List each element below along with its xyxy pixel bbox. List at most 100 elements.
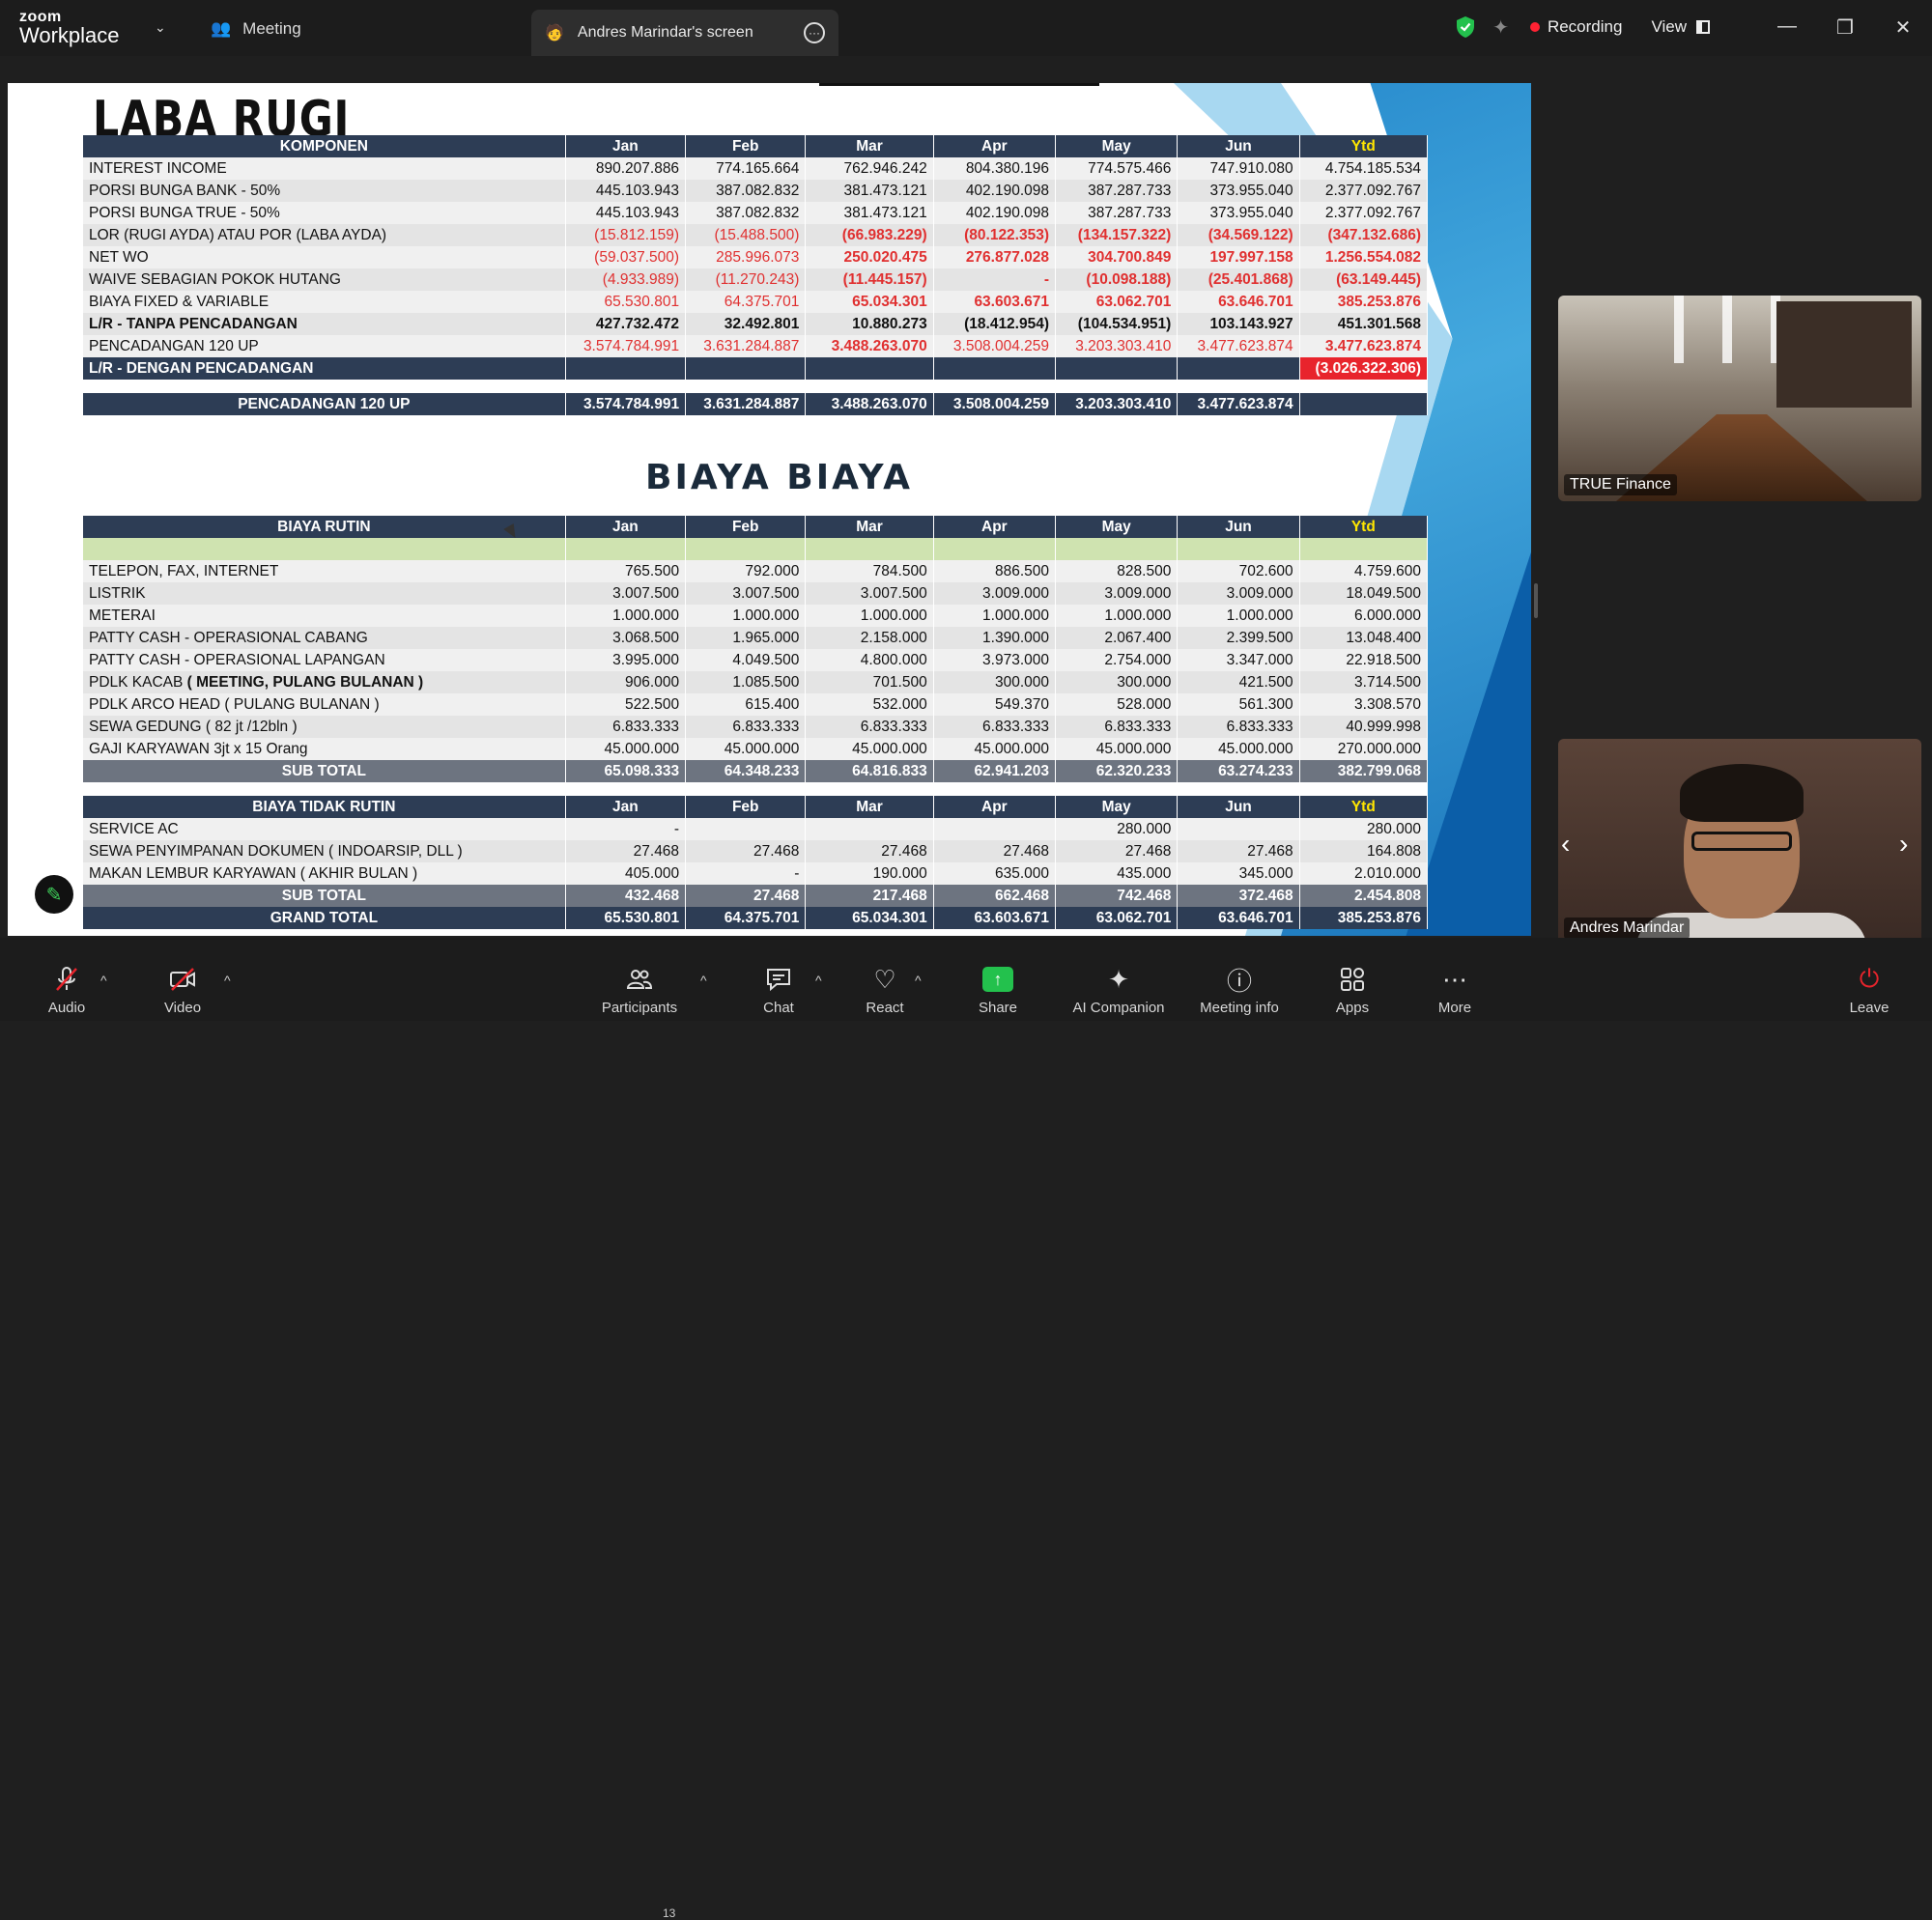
table-header-row: BIAYA RUTIN Jan Feb Mar Apr May Jun Ytd <box>83 516 1429 538</box>
participants-options-chevron-icon[interactable]: ^ <box>700 973 707 988</box>
table-row-pencadangan-summary: PENCADANGAN 120 UP 3.574.784.991 3.631.284… <box>83 393 1429 415</box>
row-value: 45.000.000 <box>1177 738 1300 760</box>
shield-check-icon[interactable] <box>1456 15 1475 39</box>
logo-bottom: Workplace <box>19 23 120 47</box>
row-value: 3.973.000 <box>933 649 1057 671</box>
row-value: 27.468 <box>933 840 1057 862</box>
row-label: L/R - TANPA PENCADANGAN <box>83 313 566 335</box>
top-bar: zoom Workplace ⌄ 👥 Meeting 🧑 Andres Mari… <box>0 0 1932 56</box>
view-button[interactable]: View <box>1651 17 1710 37</box>
column-header: Jun <box>1177 796 1300 818</box>
row-value: 13.048.400 <box>1299 627 1429 649</box>
row-value: 445.103.943 <box>565 202 687 224</box>
row-value: 6.000.000 <box>1299 605 1429 627</box>
apps-button[interactable]: Apps <box>1299 965 1406 1016</box>
meeting-tab[interactable]: 👥 Meeting <box>211 15 301 42</box>
row-value: 549.370 <box>933 693 1057 716</box>
close-icon[interactable]: ✕ <box>1874 15 1932 40</box>
leave-label: Leave <box>1849 1000 1889 1016</box>
row-value <box>933 818 1057 840</box>
previous-page-icon[interactable]: ‹ <box>1561 829 1570 860</box>
row-value: - <box>685 862 807 885</box>
react-options-chevron-icon[interactable]: ^ <box>915 973 922 988</box>
band-cell <box>1055 538 1179 560</box>
row-value: 747.910.080 <box>1177 157 1300 180</box>
row-value: (63.149.445) <box>1299 268 1429 291</box>
column-header: May <box>1055 796 1179 818</box>
row-value: 1.085.500 <box>685 671 807 693</box>
row-value: 3.347.000 <box>1177 649 1300 671</box>
recording-indicator[interactable]: Recording <box>1529 17 1622 37</box>
subtotal-row: SUB TOTAL 432.468 27.468 217.468 662.468 742.… <box>83 885 1429 907</box>
row-label: PATTY CASH - OPERASIONAL LAPANGAN <box>83 649 566 671</box>
next-page-icon[interactable]: › <box>1899 829 1908 860</box>
row-label: PENCADANGAN 120 UP <box>83 335 566 357</box>
spacer-row <box>83 782 1429 796</box>
video-tile-true-finance[interactable]: TRUE Finance <box>1558 296 1921 501</box>
chevron-down-icon[interactable]: ⌄ <box>155 19 166 36</box>
video-button[interactable]: Video <box>129 965 236 1016</box>
row-value: 1.000.000 <box>1055 605 1179 627</box>
row-value: 1.000.000 <box>685 605 807 627</box>
ai-companion-button[interactable]: ✦ AI Companion <box>1065 965 1172 1017</box>
participant-name: Andres Marindar <box>1564 918 1690 939</box>
react-button[interactable]: ♡ React <box>832 964 938 1017</box>
table-row: L/R - TANPA PENCADANGAN 427.732.472 32.492… <box>83 313 1429 335</box>
heart-icon: ♡ <box>873 964 896 994</box>
row-value: 64.375.701 <box>685 291 807 313</box>
row-value: 774.165.664 <box>685 157 807 180</box>
row-value: 3.631.284.887 <box>685 393 807 415</box>
video-tile-andres[interactable]: Andres Marindar <box>1558 739 1921 945</box>
person-hair <box>1680 764 1804 822</box>
row-value: 304.700.849 <box>1055 246 1179 268</box>
leave-button[interactable]: ⏻ Leave <box>1816 964 1922 1016</box>
more-button[interactable]: ⋯ More <box>1402 965 1508 1017</box>
row-value: 197.997.158 <box>1177 246 1300 268</box>
shared-screen-tab[interactable]: 🧑 Andres Marindar's screen ··· <box>531 10 838 56</box>
spacer-cell <box>1177 380 1300 393</box>
row-value <box>1055 357 1179 380</box>
row-value: 3.508.004.259 <box>933 335 1057 357</box>
table-row: SEWA PENYIMPANAN DOKUMEN ( INDOARSIP, DL… <box>83 840 1429 862</box>
video-options-chevron-icon[interactable]: ^ <box>224 973 231 988</box>
band-cell <box>805 538 934 560</box>
chat-label: Chat <box>763 1000 794 1016</box>
participants-label: Participants <box>601 1000 678 1016</box>
row-value: 1.000.000 <box>565 605 687 627</box>
column-header: May <box>1055 516 1179 538</box>
table-row: PORSI BUNGA BANK - 50% 445.103.943 387.082… <box>83 180 1429 202</box>
more-options-icon[interactable]: ··· <box>804 22 825 43</box>
participants-button[interactable]: Participants <box>586 965 693 1016</box>
row-value <box>805 818 934 840</box>
row-value: 405.000 <box>565 862 687 885</box>
row-value: 4.754.185.534 <box>1299 157 1429 180</box>
row-value: (3.026.322.306) <box>1299 357 1429 380</box>
share-button[interactable]: ↑ Share <box>945 965 1051 1016</box>
column-header: Mar <box>805 796 934 818</box>
row-value: 387.287.733 <box>1055 202 1179 224</box>
minimize-icon[interactable]: — <box>1758 15 1816 40</box>
panel-resize-handle[interactable] <box>1534 583 1538 618</box>
restore-icon[interactable]: ❐ <box>1816 15 1874 40</box>
chat-options-chevron-icon[interactable]: ^ <box>815 973 822 988</box>
row-value: 906.000 <box>565 671 687 693</box>
row-value: 63.603.671 <box>933 907 1057 929</box>
spacer-cell <box>83 380 566 393</box>
band-cell <box>685 538 807 560</box>
row-value: 3.488.263.070 <box>805 393 934 415</box>
meeting-info-button[interactable]: ⓘ Meeting info <box>1186 965 1293 1017</box>
row-value: 451.301.568 <box>1299 313 1429 335</box>
annotate-pencil-icon[interactable]: ✎ <box>35 875 73 914</box>
shared-screen-area: LABA RUGI KOMPONEN Jan Feb Mar Apr May Jun Ytd … <box>0 56 1546 938</box>
row-value: 18.049.500 <box>1299 582 1429 605</box>
audio-options-chevron-icon[interactable]: ^ <box>100 973 107 988</box>
row-value: 62.941.203 <box>933 760 1057 782</box>
band-cell <box>1299 538 1429 560</box>
row-value: 435.000 <box>1055 862 1179 885</box>
laba-rugi-table: KOMPONEN Jan Feb Mar Apr May Jun Ytd INTEREST I… <box>83 135 1429 415</box>
sparkle-icon[interactable]: ✦ <box>1492 15 1509 40</box>
row-value: 387.082.832 <box>685 180 807 202</box>
column-header: Jun <box>1177 135 1300 157</box>
row-value: 3.995.000 <box>565 649 687 671</box>
row-value: 742.468 <box>1055 885 1179 907</box>
